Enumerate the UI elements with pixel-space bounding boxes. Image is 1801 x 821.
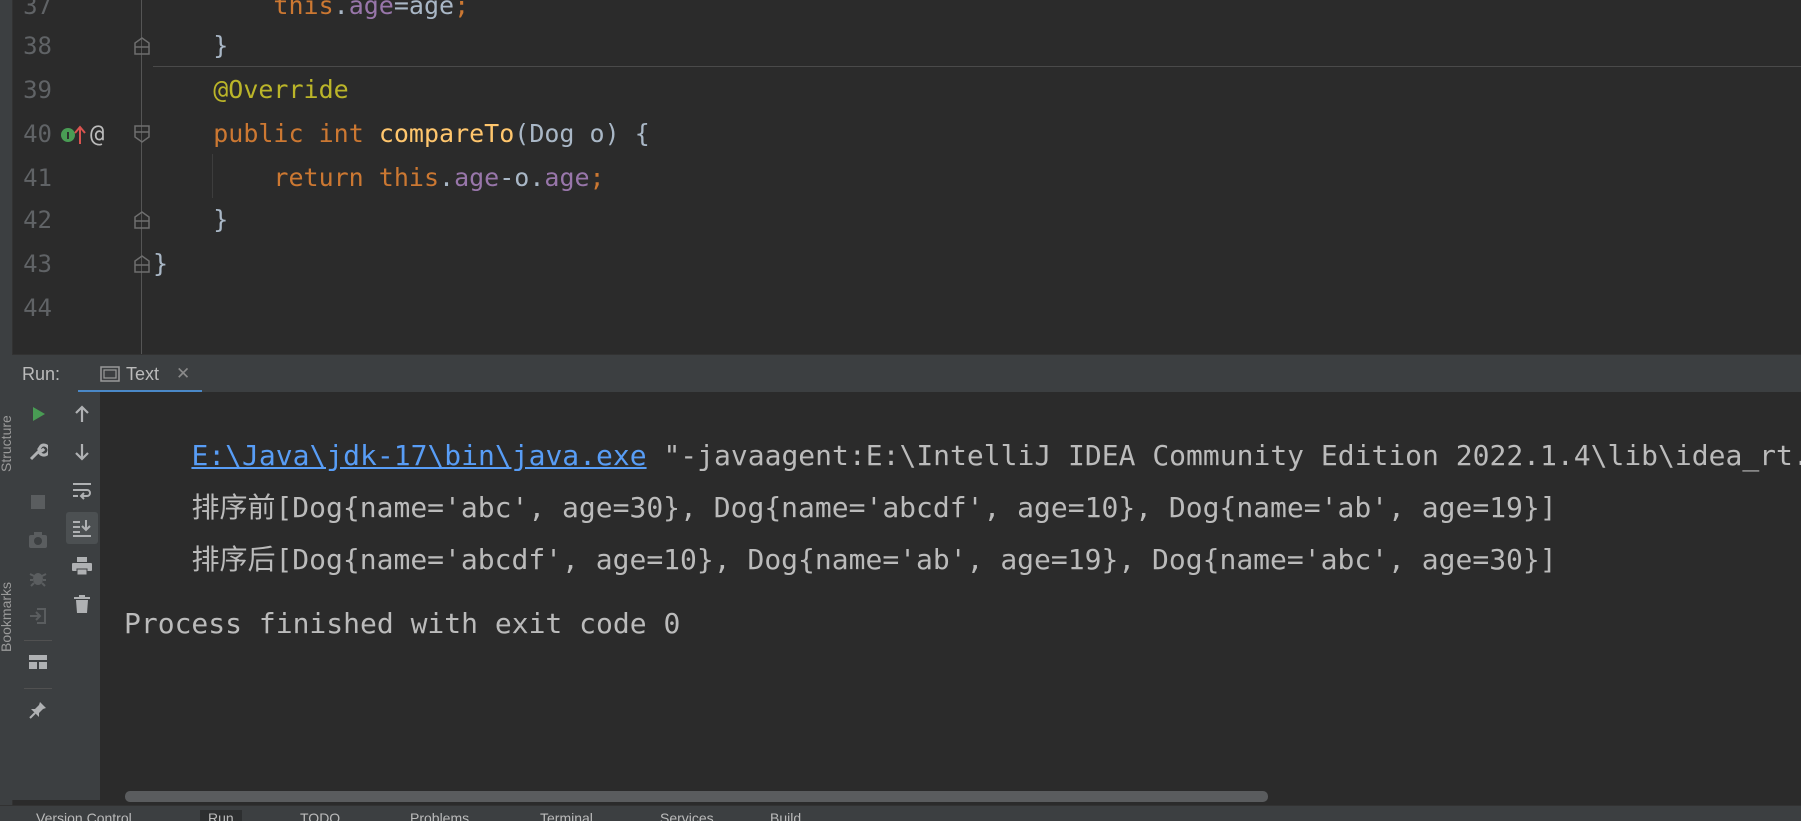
run-panel-label: Run: [22, 364, 61, 384]
code-token: @Override [213, 75, 349, 104]
code-token: compareTo [378, 119, 515, 148]
svg-text:I: I [66, 131, 70, 142]
arrow-down-icon[interactable] [66, 436, 98, 468]
code-line-38[interactable]: 38 } [0, 24, 1801, 68]
camera-icon[interactable] [22, 524, 54, 556]
run-panel-header: Run: Text ✕ [12, 354, 1801, 394]
terminal-tool-tab[interactable]: Terminal [540, 810, 593, 821]
print-icon[interactable] [66, 550, 98, 582]
tab-text-run-config[interactable]: Text ✕ [78, 355, 202, 393]
after-sort-label: 排序后 [191, 543, 276, 576]
run-toolbar-primary [12, 392, 65, 800]
version-control-tab[interactable]: Version Control [36, 810, 132, 821]
code-token: } [153, 205, 229, 234]
tab-label: Text [126, 364, 160, 384]
code-token: age [454, 163, 500, 192]
debug-bug-icon[interactable] [22, 562, 54, 594]
code-line-41[interactable]: 41 return this.age-o.age; [0, 156, 1801, 200]
code-token: } [153, 249, 169, 278]
implements-method-icon[interactable]: I [60, 124, 86, 150]
code-token: -o. [499, 163, 545, 192]
code-editor[interactable]: 37 this.age=age; 38 } 39 @Override 40 I … [0, 0, 1801, 354]
structure-tool-label[interactable]: Structure [0, 415, 12, 472]
line-number: 44 [23, 294, 52, 322]
code-line-44[interactable]: 44 [0, 286, 1801, 330]
code-token: (Dog o) { [514, 119, 650, 148]
run-tool-tab[interactable]: Run [200, 810, 242, 821]
console-tab-icon [100, 366, 120, 386]
fold-start-icon[interactable] [133, 124, 151, 144]
toolbar-separator [24, 640, 52, 641]
login-icon[interactable] [22, 600, 54, 632]
code-text[interactable]: public int compareTo(Dog o) { [153, 112, 650, 156]
stop-icon[interactable] [22, 486, 54, 518]
code-token: public [213, 119, 304, 148]
trash-icon[interactable] [66, 588, 98, 620]
todo-tool-tab[interactable]: TODO [300, 810, 340, 821]
services-tool-tab[interactable]: Services [660, 810, 714, 821]
code-text[interactable]: } [153, 242, 168, 286]
code-token: age [544, 163, 590, 192]
console-exit-line: Process finished with exit code 0 [124, 607, 681, 640]
code-line-40[interactable]: 40 I @ public int compareTo(Dog o) { [0, 112, 1801, 156]
code-text[interactable]: return this.age-o.age; [153, 156, 605, 200]
bookmarks-tool-label[interactable]: Bookmarks [0, 582, 12, 652]
code-token: return [273, 163, 364, 192]
wrench-icon[interactable] [22, 436, 54, 468]
code-line-42[interactable]: 42 } [0, 198, 1801, 242]
line-number: 43 [23, 250, 52, 278]
line-number: 41 [23, 164, 52, 192]
code-token: ; [454, 0, 470, 20]
code-token: this [378, 163, 440, 192]
line-number: 39 [23, 76, 52, 104]
code-line-43[interactable]: 43 } [0, 242, 1801, 286]
toolbar-separator [24, 688, 52, 689]
horizontal-scrollbar[interactable] [125, 791, 1268, 802]
fold-end-icon[interactable] [133, 210, 151, 230]
bottom-tool-window-bar: Version Control Run TODO Problems Termin… [0, 805, 1801, 821]
build-tool-tab[interactable]: Build [770, 810, 801, 821]
code-token: } [153, 31, 229, 60]
side-tool-window-labels: Structure Bookmarks [0, 392, 12, 800]
fold-end-icon[interactable] [133, 254, 151, 274]
console-after-sort-line: 排序后[Dog{name='abcdf', age=10}, Dog{name=… [124, 500, 1557, 620]
pin-icon[interactable] [22, 694, 54, 726]
after-sort-output: [Dog{name='abcdf', age=10}, Dog{name='ab… [275, 543, 1557, 576]
code-token: . [439, 163, 455, 192]
soft-wrap-icon[interactable] [66, 474, 98, 506]
line-number: 40 [23, 120, 52, 148]
code-text[interactable]: } [153, 198, 228, 242]
code-token: ; [589, 163, 605, 192]
run-toolbar-secondary [64, 392, 101, 800]
code-text[interactable]: @Override [153, 68, 349, 112]
code-text[interactable]: } [153, 24, 228, 68]
scroll-to-end-icon[interactable] [66, 512, 98, 544]
problems-tool-tab[interactable]: Problems [410, 810, 469, 821]
code-token: age [348, 0, 394, 20]
layout-icon[interactable] [22, 646, 54, 678]
console-output[interactable]: E:\Java\jdk-17\bin\java.exe "-javaagent:… [100, 392, 1801, 800]
code-token: . [333, 0, 349, 20]
close-tab-icon[interactable]: ✕ [176, 355, 190, 393]
annotation-marker-icon[interactable]: @ [90, 112, 104, 156]
code-token: =age [393, 0, 455, 20]
fold-end-icon[interactable] [133, 36, 151, 56]
line-number: 42 [23, 206, 52, 234]
arrow-up-icon[interactable] [66, 398, 98, 430]
line-number: 38 [23, 32, 52, 60]
code-line-39[interactable]: 39 @Override [0, 68, 1801, 112]
code-token: int [318, 119, 364, 148]
rerun-icon[interactable] [22, 398, 54, 430]
code-token: this [273, 0, 334, 20]
